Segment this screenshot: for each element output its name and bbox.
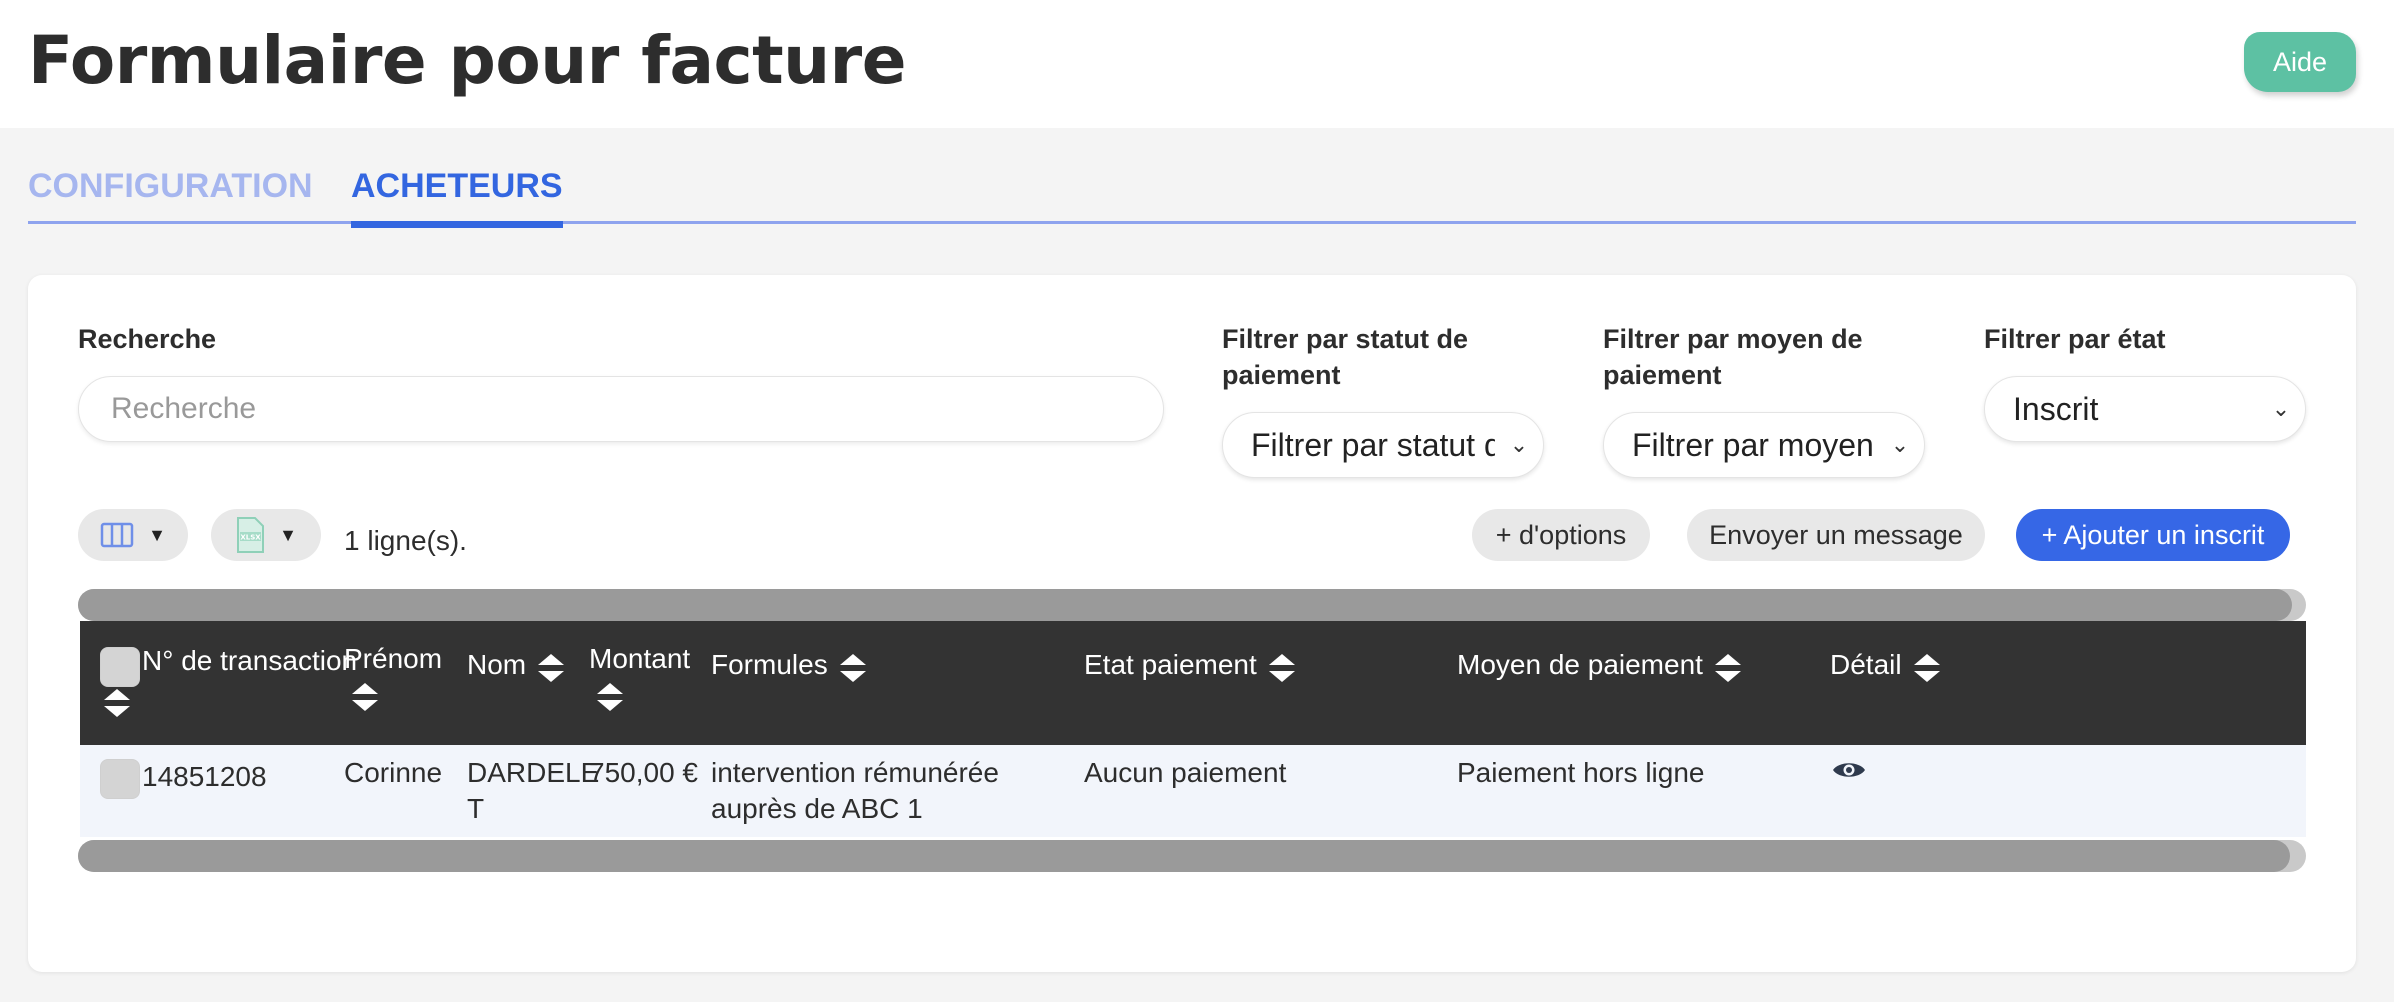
state-filter-label: Filtrer par état bbox=[1984, 324, 2166, 354]
cell-transaction: 14851208 bbox=[142, 761, 267, 792]
column-header-formulas[interactable]: Formules bbox=[711, 647, 866, 683]
svg-text:XLSX: XLSX bbox=[240, 534, 261, 542]
scrollbar-thumb[interactable] bbox=[78, 840, 2290, 872]
cell-payment-state: Aucun paiement bbox=[1084, 757, 1287, 788]
cell-payment-method: Paiement hors ligne bbox=[1457, 757, 1705, 788]
state-select-value: Inscrit bbox=[2013, 390, 2099, 427]
sort-icon[interactable] bbox=[102, 687, 130, 717]
columns-toggle-button[interactable]: ▼ bbox=[78, 509, 188, 561]
cell-formula-line: auprès de ABC 1 bbox=[711, 793, 923, 824]
xlsx-file-icon: XLSX bbox=[237, 517, 265, 553]
sort-icon[interactable] bbox=[1713, 652, 1741, 682]
column-header-label: Montant bbox=[589, 643, 691, 674]
horizontal-scrollbar-bottom[interactable] bbox=[78, 840, 2306, 872]
column-header-label: Etat paiement bbox=[1084, 649, 1257, 680]
cell-formulas: intervention rémunérée auprès de ABC 1 bbox=[711, 755, 999, 827]
chevron-down-icon: ⌄ bbox=[1509, 432, 1529, 457]
cell-last-name-line: DARDELE bbox=[467, 757, 600, 788]
column-header-payment-method[interactable]: Moyen de paiement bbox=[1457, 647, 1741, 683]
cell-first-name: Corinne bbox=[344, 757, 443, 788]
column-header-last-name[interactable]: Nom bbox=[467, 647, 565, 683]
chevron-down-icon: ⌄ bbox=[1890, 432, 1910, 457]
column-header-label: Détail bbox=[1830, 649, 1902, 680]
payment-status-select[interactable]: Filtrer par statut de paiement ⌄ bbox=[1222, 412, 1544, 478]
column-header-amount[interactable]: Montant bbox=[589, 641, 690, 711]
payment-status-filter-label: Filtrer par statut de paiement bbox=[1222, 324, 1469, 390]
select-all-checkbox[interactable] bbox=[100, 647, 140, 687]
sort-icon[interactable] bbox=[595, 681, 623, 711]
eye-icon[interactable] bbox=[1832, 759, 1866, 785]
tab-acheteurs[interactable]: ACHETEURS bbox=[351, 166, 563, 228]
column-header-payment-state[interactable]: Etat paiement bbox=[1084, 647, 1295, 683]
row-checkbox[interactable] bbox=[100, 759, 140, 799]
cell-last-name-line: T bbox=[467, 793, 485, 824]
sort-icon[interactable] bbox=[1912, 652, 1940, 682]
search-input[interactable] bbox=[78, 376, 1164, 442]
buyers-card: Recherche Filtrer par statut de paiement… bbox=[28, 275, 2356, 972]
column-header-transaction[interactable]: N° de transaction bbox=[142, 643, 357, 679]
send-message-button[interactable]: Envoyer un message bbox=[1687, 509, 1985, 561]
tab-configuration[interactable]: CONFIGURATION bbox=[28, 166, 313, 224]
column-header-label: Formules bbox=[711, 649, 828, 680]
cell-formula-line: intervention rémunérée bbox=[711, 757, 999, 788]
state-select[interactable]: Inscrit ⌄ bbox=[1984, 376, 2306, 442]
cell-amount: 750,00 € bbox=[589, 757, 698, 788]
sort-icon[interactable] bbox=[350, 681, 378, 711]
columns-icon bbox=[100, 522, 134, 548]
caret-down-icon: ▼ bbox=[279, 524, 297, 545]
payment-method-select[interactable]: Filtrer par moyen de paiement ⌄ bbox=[1603, 412, 1925, 478]
payment-method-filter-label: Filtrer par moyen de paiement bbox=[1603, 324, 1863, 390]
cell-last-name: DARDELE T bbox=[467, 755, 599, 827]
horizontal-scrollbar-top[interactable] bbox=[78, 589, 2306, 621]
page-header: Formulaire pour facture Aide bbox=[0, 0, 2394, 128]
table-row[interactable]: 14851208 Corinne DARDELE T 750,00 € inte… bbox=[80, 745, 2306, 837]
scrollbar-thumb[interactable] bbox=[78, 589, 2292, 621]
caret-down-icon: ▼ bbox=[148, 524, 166, 545]
table-header: N° de transaction Prénom Nom Montant For… bbox=[80, 621, 2306, 745]
page-title: Formulaire pour facture bbox=[28, 22, 906, 99]
payment-status-select-value: Filtrer par statut de paiement bbox=[1251, 426, 1495, 463]
payment-method-select-value: Filtrer par moyen de paiement bbox=[1632, 426, 1876, 463]
add-registrant-button[interactable]: + Ajouter un inscrit bbox=[2016, 509, 2290, 561]
row-count: 1 ligne(s). bbox=[344, 525, 467, 556]
column-header-first-name[interactable]: Prénom bbox=[344, 641, 442, 711]
chevron-down-icon: ⌄ bbox=[2271, 396, 2291, 421]
column-header-label: Moyen de paiement bbox=[1457, 649, 1703, 680]
help-button[interactable]: Aide bbox=[2244, 32, 2356, 92]
export-button[interactable]: XLSX ▼ bbox=[211, 509, 321, 561]
column-header-detail[interactable]: Détail bbox=[1830, 647, 1940, 683]
column-header-label: Nom bbox=[467, 649, 527, 680]
tab-bar: CONFIGURATION ACHETEURS bbox=[28, 160, 2356, 228]
sort-icon[interactable] bbox=[1267, 652, 1295, 682]
sort-icon[interactable] bbox=[838, 652, 866, 682]
search-label: Recherche bbox=[78, 324, 217, 354]
column-header-label: Prénom bbox=[344, 643, 443, 674]
sort-icon[interactable] bbox=[536, 652, 565, 682]
more-options-button[interactable]: + d'options bbox=[1472, 509, 1650, 561]
